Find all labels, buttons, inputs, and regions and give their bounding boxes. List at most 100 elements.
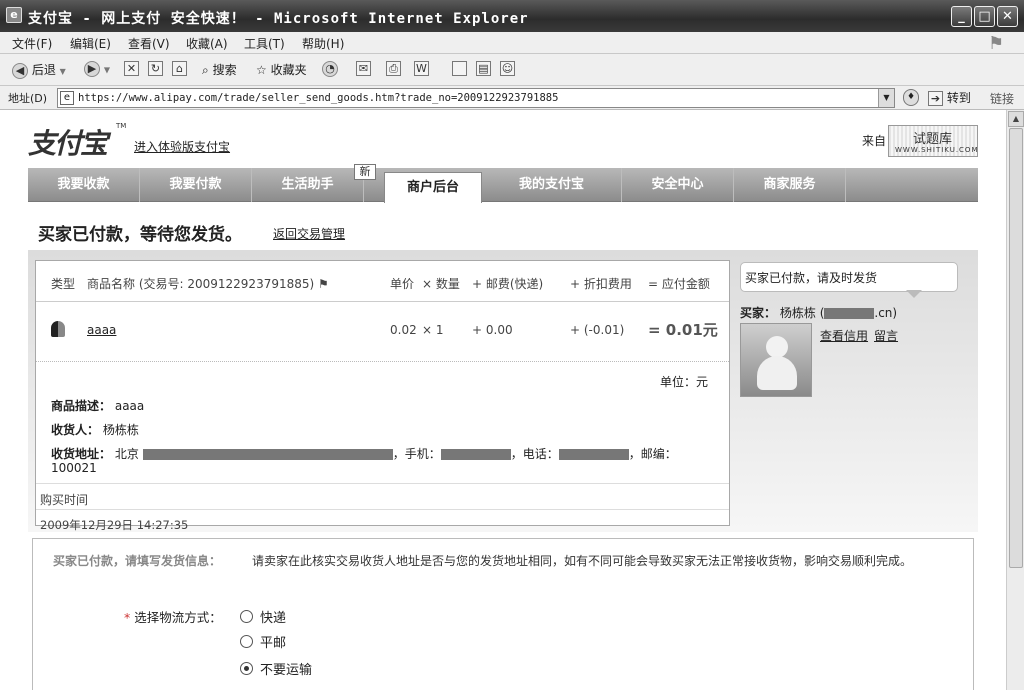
flag-icon: ⚑ — [318, 277, 329, 291]
tab-merchant-services[interactable]: 商家服务 — [734, 168, 846, 202]
redacted-email — [824, 308, 875, 319]
col-price: 单价 — [390, 277, 415, 291]
shitiku-logo-title: 试题库 — [913, 132, 953, 147]
source-label: 来自 — [862, 134, 887, 148]
forward-button[interactable]: ▶ ▼ — [84, 61, 110, 79]
receiver-label: 收货人： — [51, 423, 100, 437]
refresh-button[interactable]: ↻ — [148, 61, 163, 79]
receiver-value: 杨栋栋 — [102, 423, 139, 437]
window-title: 支付宝 - 网上支付 安全快速！ - Microsoft Internet Ex… — [28, 11, 529, 27]
menu-view[interactable]: 查看(V) — [128, 35, 170, 52]
menu-edit[interactable]: 编辑(E) — [70, 35, 111, 52]
close-button[interactable]: ✕ — [997, 6, 1018, 27]
research-button[interactable]: ▤ — [476, 61, 491, 79]
print-button[interactable]: ⎙ — [386, 61, 401, 79]
item-quantity: × 1 — [422, 323, 444, 337]
tab-receive-payment[interactable]: 我要收款 — [28, 168, 140, 202]
messenger-button[interactable]: ☺ — [500, 61, 515, 79]
maximize-button[interactable]: □ — [974, 6, 995, 27]
radio-no-shipping[interactable]: 不要运输 — [240, 659, 312, 678]
stop-icon: ✕ — [124, 61, 139, 76]
menu-file[interactable]: 文件(F) — [12, 35, 52, 52]
mail-button[interactable]: ✉ — [356, 61, 371, 79]
print-icon: ⎙ — [386, 61, 401, 76]
discuss-button[interactable] — [452, 61, 467, 79]
page-title: 买家已付款，等待您发货。 — [38, 225, 242, 245]
menu-help[interactable]: 帮助(H) — [302, 35, 344, 52]
unit-label: 单位：元 — [660, 375, 709, 389]
discuss-icon — [452, 61, 467, 76]
item-postage: + 0.00 — [472, 323, 513, 337]
view-credit-link[interactable]: 查看信用 — [820, 327, 868, 344]
buyer-name: 杨栋栋 — [779, 306, 816, 320]
edit-button[interactable]: W — [414, 61, 429, 79]
col-type: 类型 — [51, 277, 76, 291]
back-button[interactable]: ◀ 后退 ▼ — [12, 61, 66, 79]
forward-arrow-icon: ▶ — [84, 61, 100, 77]
back-to-trade-management-link[interactable]: 返回交易管理 — [273, 225, 345, 242]
tab-life-assistant[interactable]: 生活助手 — [252, 168, 364, 202]
go-button[interactable]: ➔ 转到 — [928, 89, 971, 106]
radio-surface-mail-circle[interactable] — [240, 635, 253, 648]
forward-dropdown-icon[interactable]: ▼ — [104, 66, 110, 75]
buyer-label: 买家： — [740, 306, 777, 320]
item-name-link[interactable]: aaaa — [87, 323, 116, 337]
stop-button[interactable]: ✕ — [124, 61, 139, 79]
purchase-time-value: 2009年12月29日 14:27:35 — [40, 518, 189, 532]
links-label[interactable]: 链接 — [990, 90, 1014, 107]
leave-message-link[interactable]: 留言 — [874, 327, 898, 344]
back-label: 后退 — [31, 63, 56, 77]
menu-favorites[interactable]: 收藏(A) — [186, 35, 228, 52]
radio-no-shipping-circle[interactable] — [240, 662, 253, 675]
radio-surface-mail[interactable]: 平邮 — [240, 632, 286, 651]
home-button[interactable]: ⌂ — [172, 61, 187, 79]
history-icon: ◔ — [322, 61, 338, 77]
col-quantity: × 数量 — [422, 277, 460, 291]
go-label: 转到 — [946, 91, 971, 105]
shield-icon: ♦ — [903, 89, 919, 106]
main-nav: 我要收款 我要付款 生活助手 商户后台 我的支付宝 安全中心 商家服务 — [28, 168, 978, 203]
back-dropdown-icon[interactable]: ▼ — [60, 67, 66, 76]
ie-app-icon: e — [6, 7, 22, 23]
required-mark: * — [124, 610, 131, 625]
minimize-button[interactable]: _ — [951, 6, 972, 27]
radio-no-shipping-label: 不要运输 — [260, 663, 313, 678]
avatar-body — [757, 356, 797, 390]
avatar — [740, 323, 812, 397]
col-item-name: 商品名称 (交易号: 2009122923791885) ⚑ — [87, 275, 329, 292]
radio-express[interactable]: 快递 — [240, 607, 286, 626]
star-icon: ☆ — [256, 63, 267, 77]
scroll-thumb[interactable] — [1009, 128, 1023, 568]
dotted-divider — [36, 361, 729, 362]
new-badge: 新 — [354, 164, 376, 180]
address-label: 地址(D) — [8, 92, 48, 105]
item-total: = 0.01元 — [648, 321, 718, 339]
scroll-up-icon[interactable]: ▲ — [1008, 111, 1024, 127]
history-button[interactable]: ◔ — [322, 61, 338, 79]
search-icon: ⌕ — [202, 63, 209, 77]
tab-merchant-backend[interactable]: 商户后台 — [384, 172, 482, 203]
address-city: 北京 — [114, 447, 139, 461]
experience-version-link[interactable]: 进入体验版支付宝 — [134, 138, 230, 155]
tab-security-center[interactable]: 安全中心 — [622, 168, 734, 202]
tab-my-alipay[interactable]: 我的支付宝 — [482, 168, 622, 202]
back-arrow-icon: ◀ — [12, 62, 28, 79]
address-dropdown-icon[interactable]: ▼ — [878, 89, 894, 107]
col-postage: + 邮费(快递) — [472, 277, 544, 291]
favorites-button[interactable]: ☆ 收藏夹 — [256, 61, 307, 79]
logo-trademark: TM — [116, 122, 127, 130]
secured-trade-icon — [51, 321, 65, 337]
radio-express-circle[interactable] — [240, 610, 253, 623]
alipay-logo[interactable]: 支付宝 — [28, 122, 108, 162]
vertical-scrollbar[interactable]: ▲ — [1006, 110, 1024, 690]
windows-logo-icon: ⚑ — [988, 33, 1005, 54]
address-input[interactable]: e https://www.alipay.com/trade/seller_se… — [57, 88, 895, 108]
page-content: 支付宝 TM 进入体验版支付宝 来自 试题库 WWW.SHITIKU.COM 我… — [0, 110, 1006, 690]
tab-make-payment[interactable]: 我要付款 — [140, 168, 252, 202]
toolbar: ◀ 后退 ▼ ▶ ▼ ✕ ↻ ⌂ ⌕ 搜索 ☆ 收藏夹 ◔ ✉ ⎙ W ▤ ☺ — [0, 54, 1024, 86]
col-item-name-label: 商品名称 (交易号: 2009122923791885) — [87, 277, 315, 291]
search-button[interactable]: ⌕ 搜索 — [202, 61, 237, 79]
page-icon: e — [60, 91, 74, 105]
zip-label: ，邮编： — [628, 447, 677, 461]
menu-tools[interactable]: 工具(T) — [244, 35, 285, 52]
